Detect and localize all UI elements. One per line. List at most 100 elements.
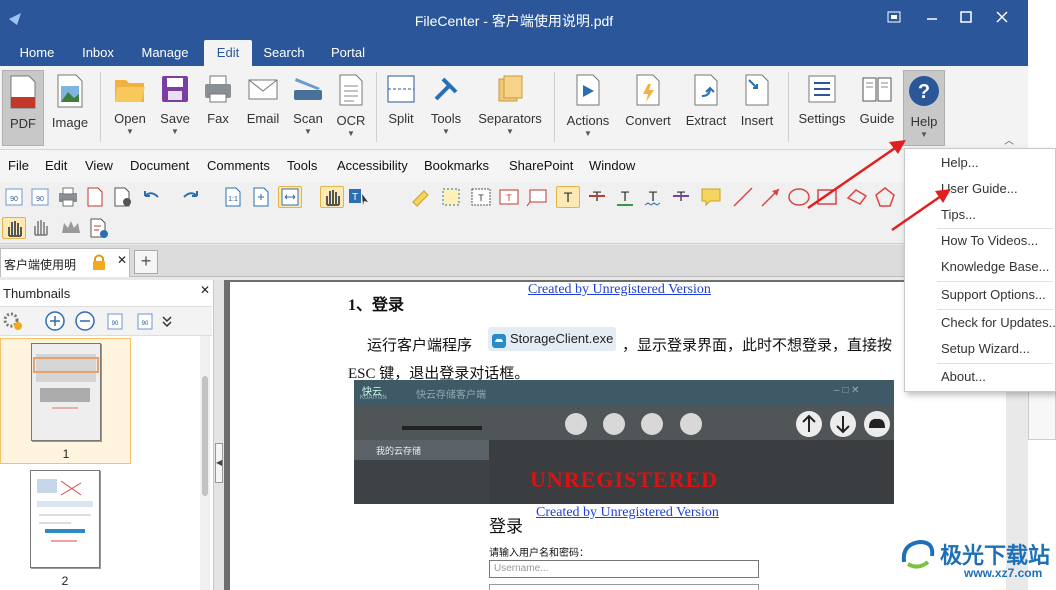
document-properties-icon[interactable] bbox=[84, 186, 108, 208]
maximize-icon[interactable] bbox=[956, 10, 976, 26]
actual-size-icon[interactable]: 1:1 bbox=[222, 186, 246, 208]
menu-item-help[interactable]: Help... bbox=[941, 155, 979, 170]
menu-edit[interactable]: Edit bbox=[45, 158, 67, 173]
scan-button[interactable]: Scan ▼ bbox=[288, 70, 328, 146]
chevron-down-icon[interactable]: ▼ bbox=[330, 130, 372, 138]
polygon-line-icon[interactable] bbox=[846, 186, 870, 208]
thumbnail-page-1[interactable]: 1 bbox=[0, 338, 131, 464]
menu-comments[interactable]: Comments bbox=[207, 158, 270, 173]
menu-view[interactable]: View bbox=[85, 158, 113, 173]
separators-button[interactable]: Separators ▼ bbox=[474, 70, 546, 146]
form-settings-icon[interactable] bbox=[88, 217, 112, 239]
chevron-down-icon[interactable]: ▼ bbox=[108, 128, 152, 136]
tab-manage[interactable]: Manage bbox=[132, 40, 198, 66]
menu-tools[interactable]: Tools bbox=[287, 158, 317, 173]
callout-icon[interactable] bbox=[526, 186, 550, 208]
insert-button[interactable]: Insert bbox=[734, 70, 780, 146]
settings-button[interactable]: Settings bbox=[796, 70, 848, 146]
chevron-down-icon[interactable]: ▼ bbox=[424, 128, 468, 136]
document-settings-icon[interactable] bbox=[112, 186, 136, 208]
menu-item-tips[interactable]: Tips... bbox=[941, 207, 976, 222]
gear-icon[interactable] bbox=[2, 310, 26, 332]
undo-icon[interactable] bbox=[140, 186, 164, 208]
new-tab-button[interactable]: + bbox=[134, 250, 158, 274]
tab-home[interactable]: Home bbox=[8, 40, 66, 66]
menu-item-about[interactable]: About... bbox=[941, 369, 986, 384]
chevron-down-icon[interactable]: ▼ bbox=[474, 128, 546, 136]
tab-inbox[interactable]: Inbox bbox=[70, 40, 126, 66]
close-tab-icon[interactable]: ✕ bbox=[117, 253, 127, 267]
restore-down-icon[interactable] bbox=[884, 10, 904, 26]
document-tab[interactable]: 客户端使用明 ✕ bbox=[0, 248, 130, 277]
underline-icon[interactable]: T bbox=[614, 186, 638, 208]
text-box-icon[interactable]: T bbox=[470, 186, 494, 208]
highlighter-icon[interactable] bbox=[410, 186, 434, 208]
more-options-icon[interactable] bbox=[160, 310, 184, 332]
tools-button[interactable]: Tools ▼ bbox=[424, 70, 468, 146]
guide-button[interactable]: Guide bbox=[854, 70, 900, 146]
menu-bookmarks[interactable]: Bookmarks bbox=[424, 158, 489, 173]
area-highlight-icon[interactable] bbox=[440, 186, 464, 208]
help-button[interactable]: ? Help ▼ bbox=[903, 70, 945, 146]
extract-button[interactable]: Extract bbox=[682, 70, 730, 146]
rotate-right-icon[interactable]: 90 bbox=[29, 186, 53, 208]
menu-item-setup-wizard[interactable]: Setup Wizard... bbox=[941, 341, 1030, 356]
strikeout-icon[interactable]: T bbox=[586, 186, 610, 208]
thumbnail-page-2[interactable]: 2 bbox=[0, 466, 131, 590]
ellipse-icon[interactable] bbox=[788, 186, 812, 208]
save-button[interactable]: Save ▼ bbox=[154, 70, 196, 146]
menu-window[interactable]: Window bbox=[589, 158, 635, 173]
redo-icon[interactable] bbox=[180, 186, 204, 208]
tab-portal[interactable]: Portal bbox=[322, 40, 374, 66]
zoom-out-icon[interactable] bbox=[74, 310, 98, 332]
polygon-icon[interactable] bbox=[874, 186, 898, 208]
pan-tool-icon[interactable] bbox=[2, 217, 26, 239]
select-text-icon[interactable]: T bbox=[348, 186, 372, 208]
rotate-left-icon[interactable]: 90 bbox=[3, 186, 27, 208]
note-icon[interactable] bbox=[700, 186, 724, 208]
grab-tool-icon[interactable] bbox=[30, 217, 54, 239]
convert-button[interactable]: Convert bbox=[620, 70, 676, 146]
tab-edit[interactable]: Edit bbox=[204, 40, 252, 66]
pdf-button[interactable]: PDF bbox=[2, 70, 44, 146]
ocr-button[interactable]: OCR ▼ bbox=[330, 70, 372, 146]
fit-width-icon[interactable] bbox=[278, 186, 302, 208]
actions-button[interactable]: Actions ▼ bbox=[562, 70, 614, 146]
rectangle-icon[interactable] bbox=[816, 186, 840, 208]
line-icon[interactable] bbox=[732, 186, 756, 208]
tab-search[interactable]: Search bbox=[256, 40, 312, 66]
menu-sharepoint[interactable]: SharePoint bbox=[509, 158, 573, 173]
chevron-down-icon[interactable]: ▼ bbox=[904, 131, 944, 139]
image-button[interactable]: Image bbox=[48, 70, 92, 146]
menu-item-knowledge-base[interactable]: Knowledge Base... bbox=[941, 259, 1049, 274]
chevron-down-icon[interactable]: ▼ bbox=[288, 128, 328, 136]
chevron-down-icon[interactable]: ▼ bbox=[562, 130, 614, 138]
minimize-icon[interactable] bbox=[922, 10, 942, 26]
email-button[interactable]: Email bbox=[240, 70, 286, 146]
menu-item-support-options[interactable]: Support Options... bbox=[941, 287, 1046, 302]
rotate-thumb-left-icon[interactable]: 90 bbox=[104, 310, 128, 332]
typewriter-icon[interactable]: T bbox=[498, 186, 522, 208]
menu-accessibility[interactable]: Accessibility bbox=[337, 158, 408, 173]
crown-icon[interactable] bbox=[60, 217, 84, 239]
split-button[interactable]: Split bbox=[382, 70, 420, 146]
menu-document[interactable]: Document bbox=[130, 158, 189, 173]
open-button[interactable]: Open ▼ bbox=[108, 70, 152, 146]
scrollbar-thumb[interactable] bbox=[202, 376, 208, 496]
replace-text-icon[interactable]: T bbox=[670, 186, 694, 208]
fax-button[interactable]: Fax bbox=[198, 70, 238, 146]
close-panel-icon[interactable]: ✕ bbox=[200, 283, 210, 297]
rotate-thumb-right-icon[interactable]: 90 bbox=[134, 310, 158, 332]
print-icon[interactable] bbox=[57, 186, 81, 208]
collapse-ribbon-icon[interactable]: ︿ bbox=[1004, 132, 1014, 147]
arrow-icon[interactable] bbox=[760, 186, 784, 208]
collapse-panel-handle[interactable]: ◀ bbox=[215, 443, 223, 483]
text-highlight-icon[interactable]: T bbox=[556, 186, 580, 208]
menu-item-check-updates[interactable]: Check for Updates... bbox=[941, 315, 1056, 330]
menu-item-user-guide[interactable]: User Guide... bbox=[941, 181, 1018, 196]
menu-file[interactable]: File bbox=[8, 158, 29, 173]
fit-page-icon[interactable] bbox=[250, 186, 274, 208]
squiggly-icon[interactable]: T bbox=[642, 186, 666, 208]
panel-splitter[interactable]: ◀ bbox=[214, 280, 224, 590]
close-icon[interactable] bbox=[992, 10, 1012, 26]
